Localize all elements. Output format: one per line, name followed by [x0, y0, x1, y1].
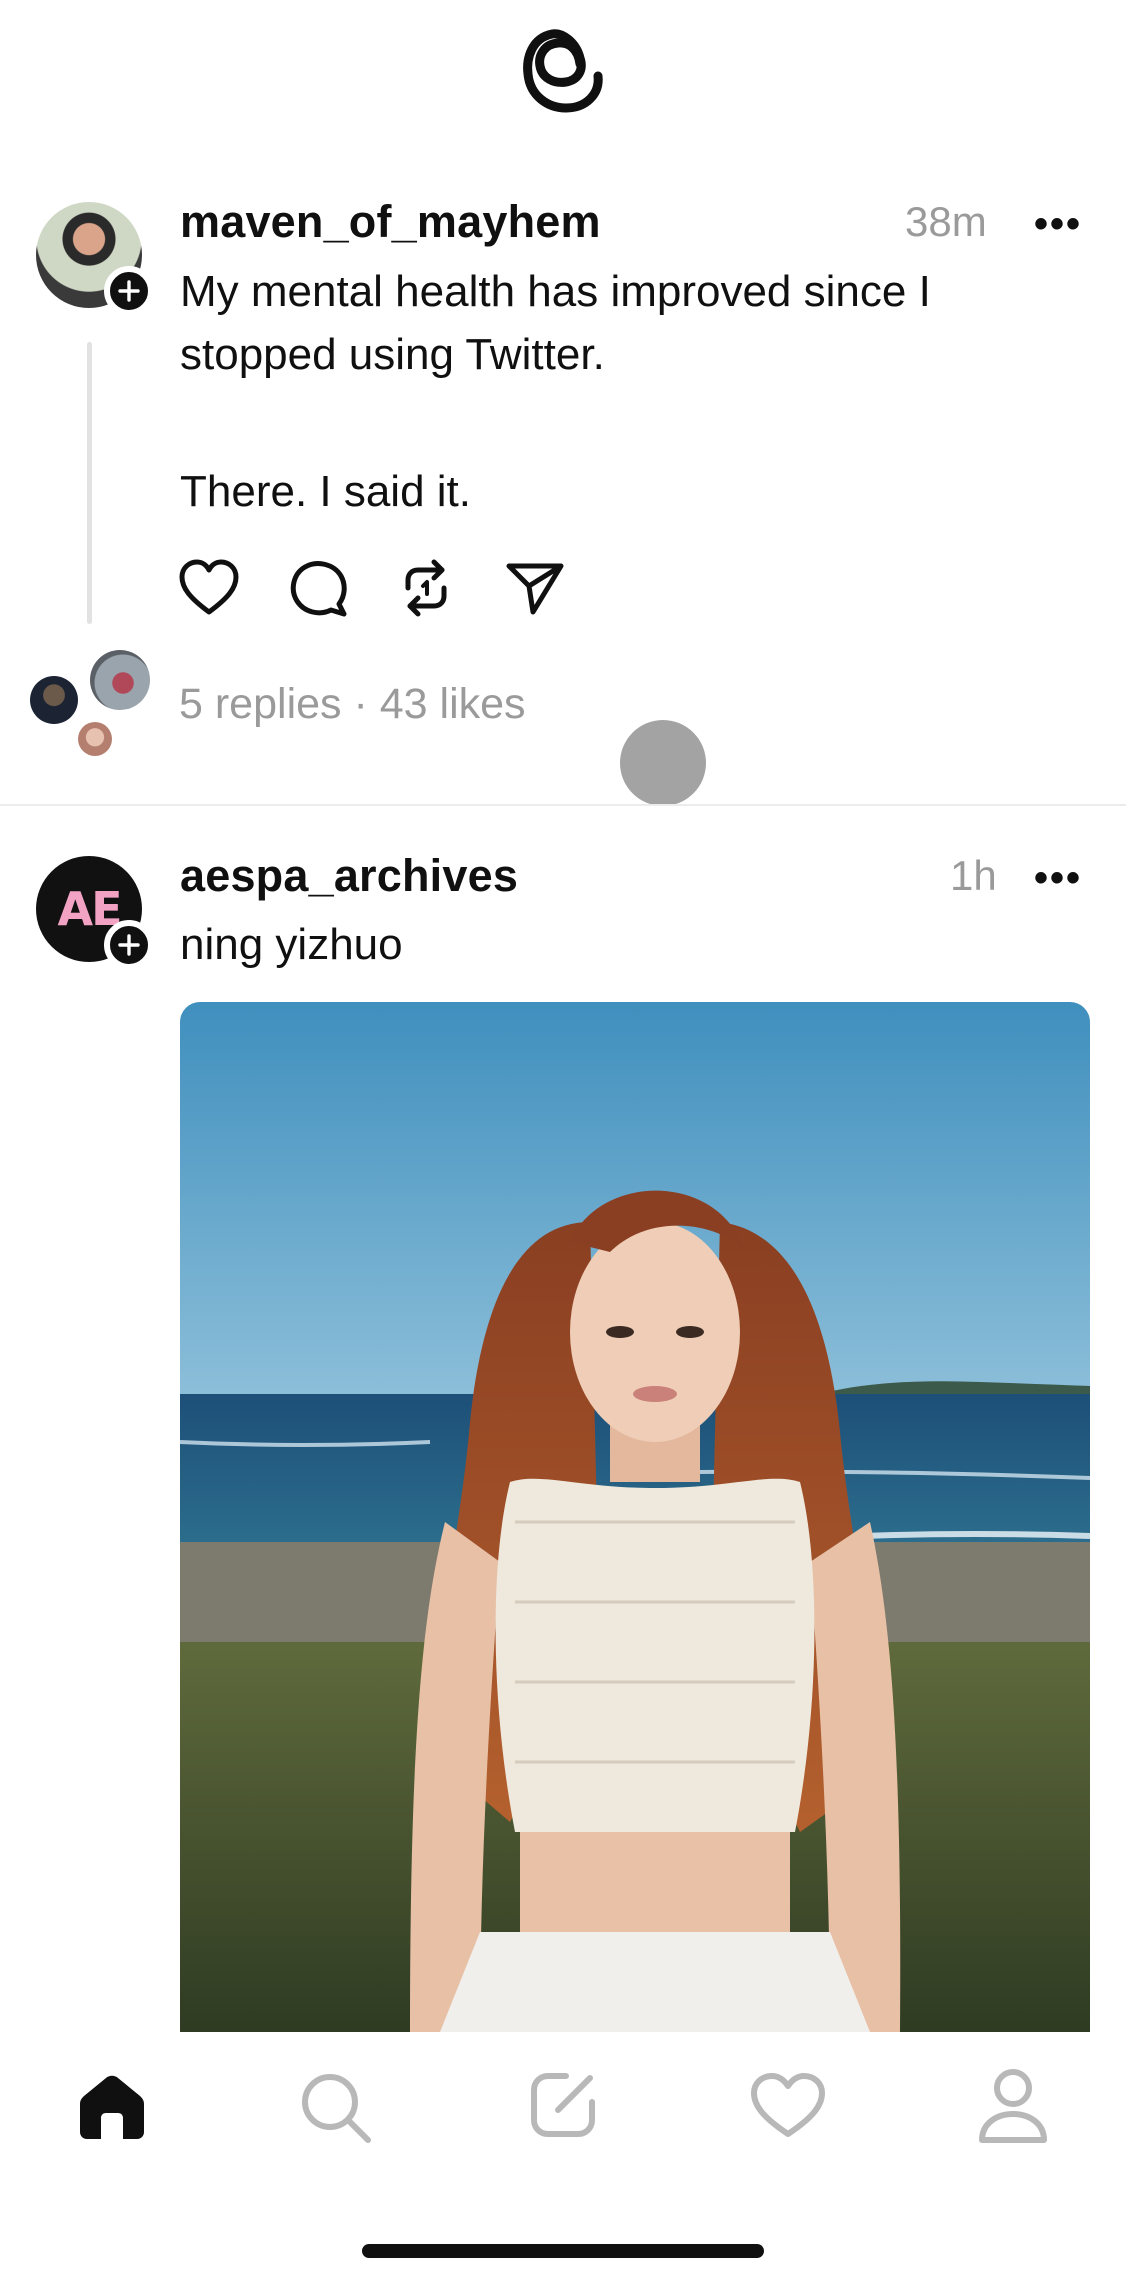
post-time: 1h: [950, 852, 997, 899]
reply-avatar: [90, 650, 150, 710]
threads-logo-icon[interactable]: [518, 12, 608, 122]
reply-avatar: [30, 676, 78, 724]
activity-heart-icon[interactable]: [750, 2072, 826, 2140]
compose-icon[interactable]: [528, 2070, 598, 2140]
username[interactable]: maven_of_mayhem: [180, 196, 601, 248]
search-icon[interactable]: [300, 2072, 372, 2144]
post-image[interactable]: [180, 1002, 1090, 2032]
follow-plus-icon[interactable]: [104, 920, 154, 970]
share-icon[interactable]: [505, 560, 565, 616]
comment-icon[interactable]: [289, 558, 349, 618]
follow-plus-icon[interactable]: [104, 266, 154, 316]
post-text-line-1: My mental health has improved since I: [180, 267, 931, 316]
post-text: ning yizhuo: [180, 920, 403, 969]
scroll-indicator: [620, 720, 706, 806]
post-text-line-3: There. I said it.: [180, 467, 472, 516]
profile-icon[interactable]: [978, 2068, 1048, 2144]
home-icon[interactable]: [74, 2072, 150, 2142]
reply-avatar: [78, 722, 112, 756]
username[interactable]: aespa_archives: [180, 850, 518, 902]
post-stats[interactable]: 5 replies · 43 likes: [179, 680, 526, 729]
post-text-line-2: stopped using Twitter.: [180, 330, 605, 379]
post-divider: [0, 804, 1126, 806]
home-indicator: [362, 2244, 764, 2258]
post-time: 38m: [905, 198, 987, 245]
more-options-button[interactable]: •••: [1034, 202, 1082, 247]
thread-line: [87, 342, 92, 624]
heart-icon[interactable]: [178, 558, 240, 618]
more-options-button[interactable]: •••: [1034, 856, 1082, 901]
repost-icon[interactable]: [398, 556, 454, 620]
